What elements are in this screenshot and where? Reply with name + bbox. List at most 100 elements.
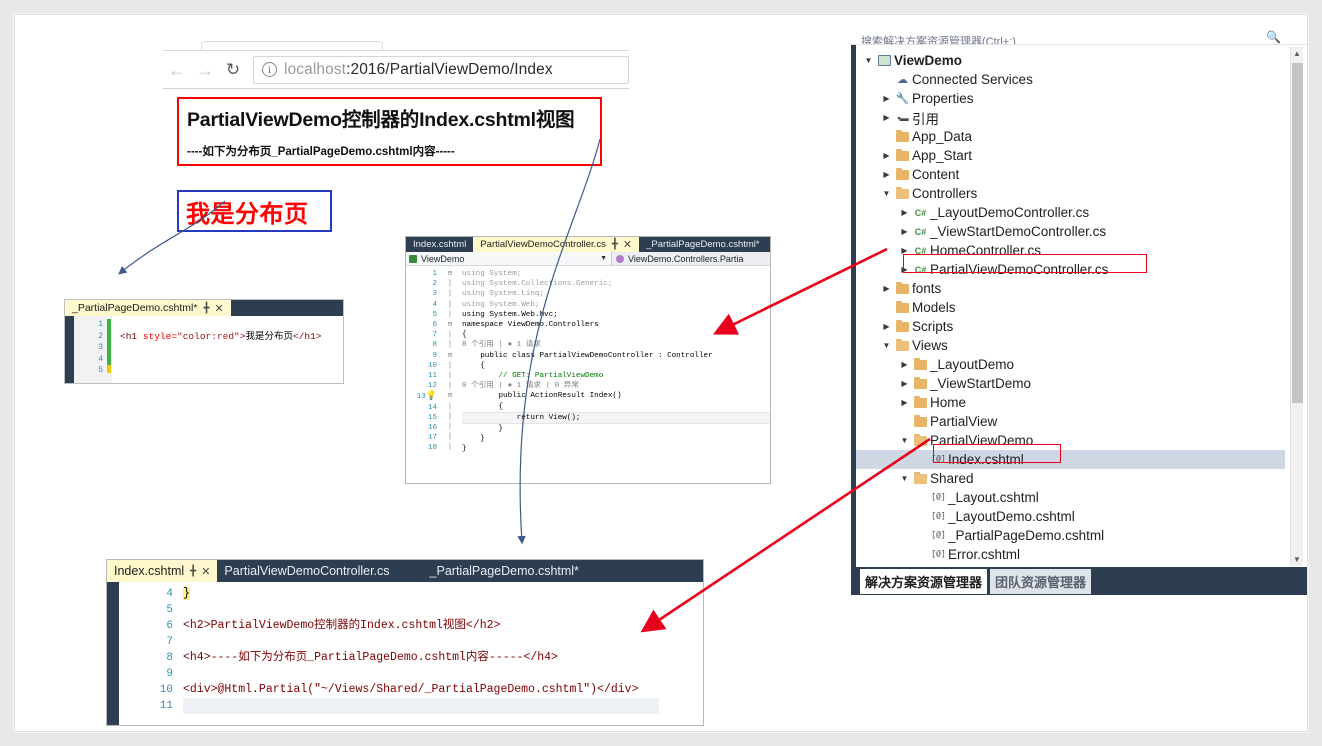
tree-node--[interactable]: ▶ ▪▬ 引用 <box>856 108 1285 127</box>
expander-right-icon[interactable]: ▶ <box>880 151 893 160</box>
tree-node-properties[interactable]: ▶ 🔧 Properties <box>856 89 1285 108</box>
fold-margin[interactable]: ⊟ | | | | ⊟ | | ⊟ | | | ⊟ | | | | | <box>440 266 460 483</box>
tree-node-partialviewdemocontroller-cs[interactable]: ▶ C# PartialViewDemoController.cs <box>856 260 1285 279</box>
tree-node-_partialpagedemo-cshtml[interactable]: [@] _PartialPageDemo.cshtml <box>856 526 1285 545</box>
tree-node-partialviewdemo[interactable]: ▼ PartialViewDemo <box>856 431 1285 450</box>
tree-node-_layout-cshtml[interactable]: [@] _Layout.cshtml <box>856 488 1285 507</box>
tab-partialpagedemo-cshtml[interactable]: _PartialPageDemo.cshtml* ╋ ✕ <box>65 300 231 316</box>
code-lens[interactable]: 8 个引用 | ● 1 请求 <box>462 340 770 350</box>
tree-node-index-cshtml[interactable]: [@] Index.cshtml <box>856 450 1285 469</box>
expander-right-icon[interactable]: ▶ <box>880 113 893 122</box>
expander-right-icon[interactable]: ▶ <box>880 94 893 103</box>
tree-node-viewdemo[interactable]: ▼ ViewDemo <box>856 51 1285 70</box>
tree-node-connected-services[interactable]: ☁ Connected Services <box>856 70 1285 89</box>
chevron-down-icon[interactable]: ▼ <box>600 255 607 262</box>
expander-right-icon[interactable]: ▶ <box>880 284 893 293</box>
tree-node-homecontroller-cs[interactable]: ▶ C# HomeController.cs <box>856 241 1285 260</box>
fold-line: | <box>447 372 453 381</box>
tree-node-models[interactable]: Models <box>856 298 1285 317</box>
fold-line: | <box>447 331 453 340</box>
fold-line: | <box>447 443 453 452</box>
tree-node-controllers[interactable]: ▼ Controllers <box>856 184 1285 203</box>
tree-node-_layoutdemo-cshtml[interactable]: [@] _LayoutDemo.cshtml <box>856 507 1285 526</box>
info-circle-icon[interactable]: i <box>262 62 277 77</box>
tab-partialpagedemo-cshtml[interactable]: _PartialPageDemo.cshtml* <box>423 560 586 582</box>
editor-body[interactable]: 1 2 3 4 5 6 7 8 9 10 11 12 13💡 14 15 16 … <box>406 266 770 483</box>
scroll-down-arrow[interactable]: ▼ <box>1291 553 1303 566</box>
tree-node-home[interactable]: ▶ Home <box>856 393 1285 412</box>
reload-icon[interactable]: ↻ <box>219 56 247 84</box>
expander-right-icon[interactable]: ▶ <box>898 379 911 388</box>
magnifier-icon[interactable]: 🔍 <box>1266 30 1281 44</box>
tab-team-explorer[interactable]: 团队资源管理器 <box>990 568 1092 594</box>
tab-partialviewdemocontroller-cs[interactable]: PartialViewDemoController.cs ╋ ✕ <box>473 237 640 252</box>
fold-toggle[interactable]: ⊟ <box>440 269 460 279</box>
tab-solution-explorer[interactable]: 解决方案资源管理器 <box>860 568 988 594</box>
tab-index-cshtml[interactable]: Index.cshtml ╋ ✕ <box>107 560 218 582</box>
arrow-left-icon[interactable]: ← <box>163 56 191 84</box>
close-icon[interactable]: ✕ <box>623 238 632 251</box>
tree-node-_layoutdemocontroller-cs[interactable]: ▶ C# _LayoutDemoController.cs <box>856 203 1285 222</box>
tab-index-cshtml[interactable]: Index.cshtml <box>406 237 473 252</box>
project-dropdown[interactable]: ViewDemo ▼ <box>406 252 612 265</box>
scrollbar-thumb[interactable] <box>1292 63 1303 403</box>
tree-node-label: _ViewStartDemoController.cs <box>930 224 1107 239</box>
code-area[interactable]: } <h2>PartialViewDemo控制器的Index.cshtml视图<… <box>181 582 703 725</box>
tree-node-scripts[interactable]: ▶ Scripts <box>856 317 1285 336</box>
expander-right-icon[interactable]: ▶ <box>898 398 911 407</box>
tree-node-error-cshtml[interactable]: [@] Error.cshtml <box>856 545 1285 564</box>
tree-node-_viewstartdemocontroller-cs[interactable]: ▶ C# _ViewStartDemoController.cs <box>856 222 1285 241</box>
tree-node-app_data[interactable]: App_Data <box>856 127 1285 146</box>
tree-node-shared[interactable]: ▼ Shared <box>856 469 1285 488</box>
tree-node-partialview[interactable]: PartialView <box>856 412 1285 431</box>
fold-toggle[interactable]: ⊟ <box>440 391 460 401</box>
expander-right-icon[interactable]: ▶ <box>898 360 911 369</box>
tree-node-views[interactable]: ▼ Views <box>856 336 1285 355</box>
expander-right-icon[interactable]: ▶ <box>898 265 911 274</box>
line-number-gutter: 4 5 6 7 8 9 10 11 <box>119 582 181 725</box>
expander-down-icon[interactable]: ▼ <box>880 189 893 198</box>
expander-right-icon[interactable]: ▶ <box>880 170 893 179</box>
code-area[interactable]: <h1 style="color:red">我是分布页</h1> <box>112 316 343 383</box>
expander-right-icon[interactable]: ▶ <box>898 227 911 236</box>
member-dropdown[interactable]: ViewDemo.Controllers.Partia <box>612 254 743 264</box>
close-icon[interactable]: ✕ <box>215 302 224 315</box>
expander-right-icon[interactable]: ▶ <box>880 322 893 331</box>
code-area[interactable]: using System; using System.Collections.G… <box>460 266 770 483</box>
editor-body[interactable]: 4 5 6 7 8 9 10 11 } <h2>PartialViewDemo控… <box>107 582 703 725</box>
scroll-up-arrow[interactable]: ▲ <box>1291 47 1303 60</box>
pin-icon[interactable]: ╋ <box>612 239 618 250</box>
tab-partialviewdemocontroller-cs[interactable]: PartialViewDemoController.cs <box>217 560 396 582</box>
page-title: PartialViewDemo控制器的Index.cshtml视图 <box>187 109 575 131</box>
lightbulb-icon[interactable]: 💡 <box>426 391 437 401</box>
close-icon[interactable]: ✕ <box>201 565 210 578</box>
line-number: 17 <box>427 434 437 443</box>
code-lens[interactable]: 0 个引用 | ● 1 请求 | 0 异常 <box>462 381 770 391</box>
expander-down-icon[interactable]: ▼ <box>898 436 911 445</box>
tree-node-_viewstartdemo[interactable]: ▶ _ViewStartDemo <box>856 374 1285 393</box>
tree-node-fonts[interactable]: ▶ fonts <box>856 279 1285 298</box>
tree-node-_layoutdemo[interactable]: ▶ _LayoutDemo <box>856 355 1285 374</box>
pin-icon[interactable]: ╋ <box>190 566 196 577</box>
solution-explorer-search[interactable]: 搜索解决方案资源管理器(Ctrl+;) 🔍 <box>851 25 1307 45</box>
fold-toggle[interactable]: ⊟ <box>440 351 460 361</box>
pin-icon[interactable]: ╋ <box>203 303 209 314</box>
tree-scrollbar[interactable]: ▲ ▼ <box>1290 47 1303 566</box>
expander-right-icon[interactable]: ▶ <box>898 246 911 255</box>
editor-body[interactable]: 1 2 3 4 5 <h1 style="color:red">我是分布页</h… <box>65 316 343 383</box>
cloud-icon: ☁ <box>897 74 908 86</box>
expander-down-icon[interactable]: ▼ <box>862 56 875 65</box>
url-bar[interactable]: i localhost:2016/PartialViewDemo/Index <box>253 55 629 84</box>
expander-down-icon[interactable]: ▼ <box>880 341 893 350</box>
tree-node-content[interactable]: ▶ Content <box>856 165 1285 184</box>
expander-right-icon[interactable]: ▶ <box>898 208 911 217</box>
member-name: ViewDemo.Controllers.Partia <box>628 253 744 264</box>
solution-tree[interactable]: ▼ ViewDemo ☁ Connected Services ▶ 🔧 Properties… <box>856 46 1285 567</box>
tab-partialpagedemo-cshtml[interactable]: _PartialPageDemo.cshtml* <box>639 237 767 252</box>
tree-node-label: Views <box>912 338 948 353</box>
fold-toggle[interactable]: ⊟ <box>440 320 460 330</box>
expander-down-icon[interactable]: ▼ <box>898 474 911 483</box>
browser-tab-strip[interactable] <box>163 35 629 52</box>
arrow-right-icon[interactable]: → <box>191 56 219 84</box>
tree-node-app_start[interactable]: ▶ App_Start <box>856 146 1285 165</box>
